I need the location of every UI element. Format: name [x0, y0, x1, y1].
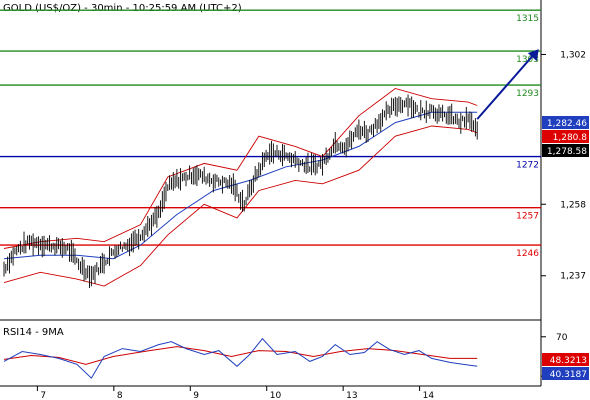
level-label-0: 1315	[516, 14, 539, 24]
x-tick-label: 10	[270, 391, 282, 400]
rsi-tick-label: 70	[556, 333, 568, 343]
y-tick-label: 1,237	[560, 272, 586, 282]
time-ticks: 7 8 9 10 13 14	[36, 386, 435, 400]
x-tick-label: 13	[346, 391, 357, 400]
y-tick-label: 1,258	[560, 200, 586, 210]
level-label-5: 1246	[516, 249, 539, 259]
price-y-ticks: 1,302 1,258 1,237	[541, 50, 586, 282]
x-tick-label: 14	[423, 391, 435, 400]
level-label-2: 1293	[516, 89, 539, 99]
price-tag-label: 1,280.8	[553, 133, 588, 143]
x-tick-label: 9	[193, 391, 199, 400]
price-tag-label: 1,278.58	[547, 147, 587, 157]
price-panel	[0, 0, 541, 320]
price-tag-label: 1,282.46	[547, 119, 587, 129]
rsi-tags: 48.3213 40.3187	[542, 353, 589, 380]
level-label-3: 1272	[516, 161, 539, 171]
rsi-ma-line	[3, 346, 478, 365]
price-tags: 1,282.46 1,280.8 1,278.58	[542, 116, 589, 157]
rsi-tag-label: 40.3187	[550, 370, 587, 380]
y-tick-label: 1,302	[560, 50, 586, 60]
rsi-tag-label: 48.3213	[550, 356, 587, 366]
rsi-line	[3, 337, 478, 379]
x-tick-label: 8	[117, 391, 123, 400]
rsi-series: 7030	[3, 333, 568, 382]
level-label-4: 1257	[516, 212, 539, 222]
rsi-title: RSI14 - 9MA	[3, 327, 64, 338]
gold-chart: GOLD (US$/OZ) - 30min - 10:25:59 AM (UTC…	[0, 0, 589, 400]
chart-title: GOLD (US$/OZ) - 30min - 10:25:59 AM (UTC…	[3, 3, 242, 14]
x-tick-label: 7	[40, 391, 46, 400]
